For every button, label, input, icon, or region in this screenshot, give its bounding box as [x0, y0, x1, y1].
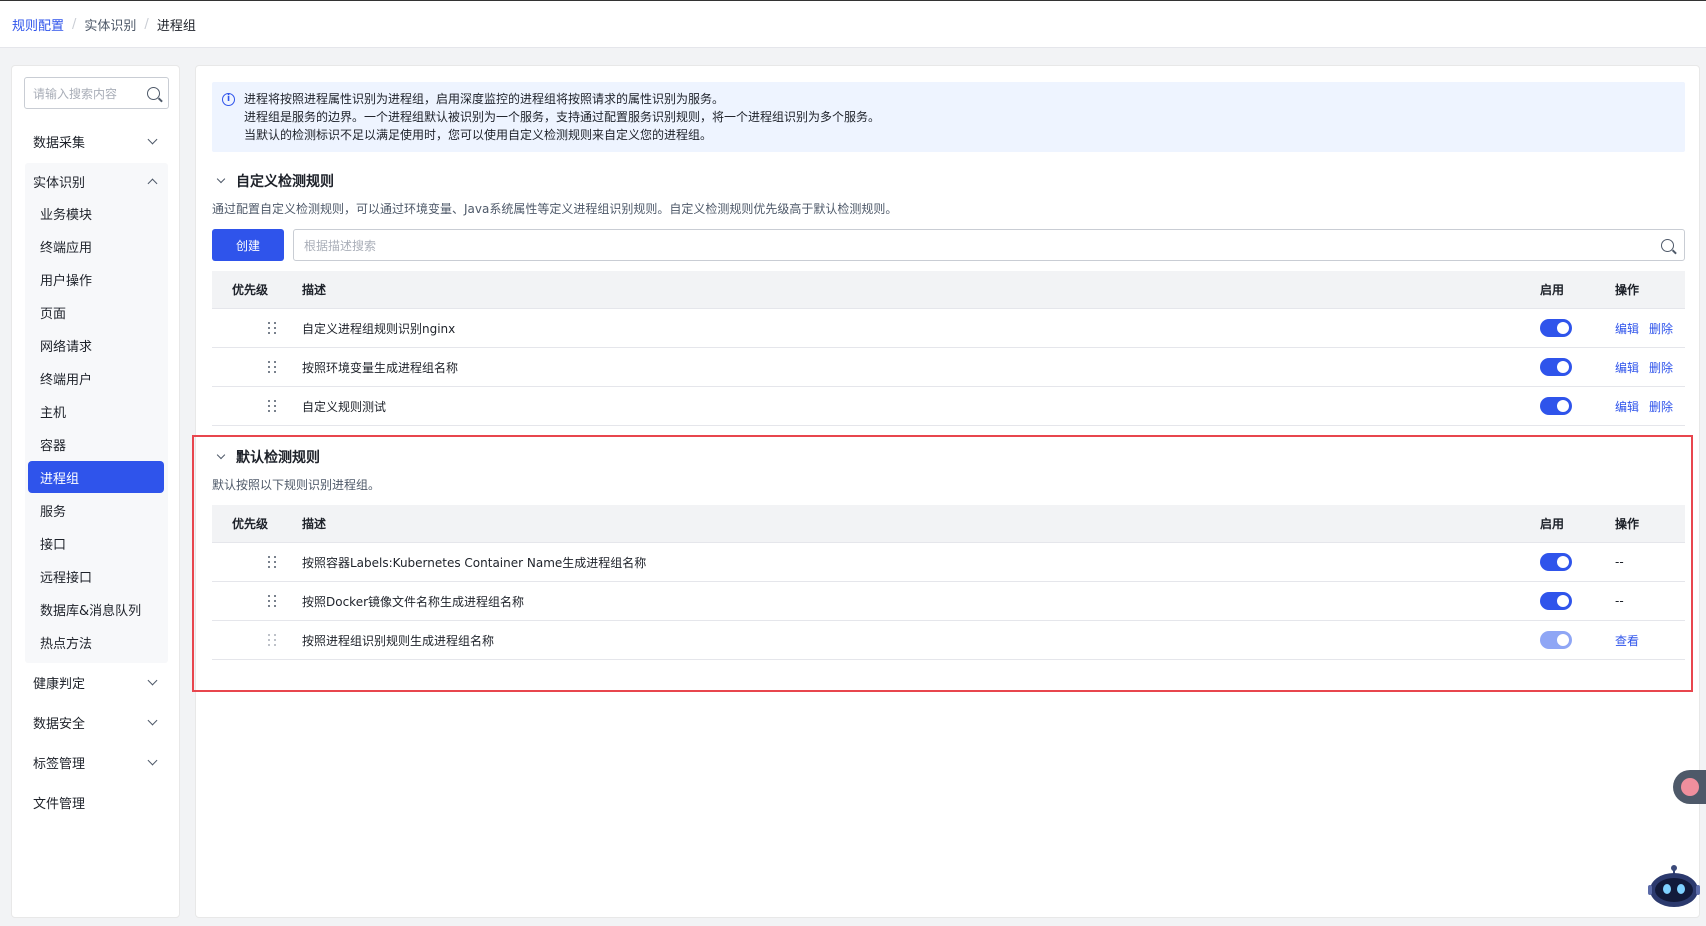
- enable-toggle[interactable]: [1540, 397, 1572, 415]
- sidebar-item-label: 终端用户: [40, 372, 93, 388]
- rule-description: 自定义规则测试: [302, 399, 387, 414]
- sidebar-item-label: 接口: [40, 537, 67, 553]
- search-icon[interactable]: [147, 86, 160, 100]
- sidebar-group-label: 数据安全: [33, 716, 86, 732]
- highlight-box: [192, 435, 1693, 692]
- sidebar-item-terminal-user[interactable]: 终端用户: [28, 362, 164, 394]
- enable-toggle[interactable]: [1540, 319, 1572, 337]
- sidebar-item-label: 服务: [40, 504, 67, 520]
- sidebar-item-terminal-app[interactable]: 终端应用: [28, 230, 164, 262]
- drag-handle[interactable]: [212, 399, 302, 413]
- table-row: 按照环境变量生成进程组名称 编辑 删除: [212, 348, 1685, 387]
- search-icon[interactable]: [1661, 238, 1674, 252]
- sidebar-group-label: 健康判定: [33, 676, 86, 692]
- sidebar-item-label: 网络请求: [40, 339, 93, 355]
- create-button[interactable]: 创建: [212, 229, 284, 261]
- sidebar-item-business-module[interactable]: 业务模块: [28, 197, 164, 229]
- sidebar-item-label: 远程接口: [40, 570, 93, 586]
- info-line: 进程将按照进程属性识别为进程组，启用深度监控的进程组将按照请求的属性识别为服务。: [244, 92, 725, 106]
- drag-handle[interactable]: [212, 321, 302, 335]
- custom-rules-header[interactable]: 自定义检测规则: [216, 171, 334, 191]
- sidebar-search-placeholder: 请输入搜索内容: [33, 86, 118, 101]
- sidebar: 请输入搜索内容 数据采集 实体识别 业务模块 终端应用 用户操作 页面 网络请求…: [11, 65, 180, 918]
- table-row: 自定义进程组规则识别nginx 编辑 删除: [212, 309, 1685, 348]
- enable-toggle[interactable]: [1540, 358, 1572, 376]
- sidebar-item-host[interactable]: 主机: [28, 395, 164, 427]
- sidebar-item-network-request[interactable]: 网络请求: [28, 329, 164, 361]
- sidebar-group-data-collect[interactable]: 数据采集: [25, 126, 170, 156]
- edit-link[interactable]: 编辑: [1615, 322, 1639, 336]
- sidebar-group-security[interactable]: 数据安全: [25, 707, 170, 737]
- sidebar-item-db-mq[interactable]: 数据库&消息队列: [28, 593, 164, 625]
- table-row: 自定义规则测试 编辑 删除: [212, 387, 1685, 426]
- info-icon: i: [222, 93, 235, 106]
- translate-icon: [1681, 778, 1699, 796]
- sidebar-item-container[interactable]: 容器: [28, 428, 164, 460]
- sidebar-group-tags[interactable]: 标签管理: [25, 747, 170, 777]
- sidebar-item-label: 用户操作: [40, 273, 93, 289]
- sidebar-item-label: 进程组: [40, 471, 80, 487]
- chevron-down-icon: [147, 134, 158, 144]
- sidebar-item-page[interactable]: 页面: [28, 296, 164, 328]
- info-banner: i 进程将按照进程属性识别为进程组，启用深度监控的进程组将按照请求的属性识别为服…: [212, 82, 1685, 152]
- sidebar-item-label: 终端应用: [40, 240, 93, 256]
- delete-link[interactable]: 删除: [1649, 361, 1673, 375]
- sidebar-group-label: 文件管理: [33, 796, 86, 812]
- chevron-down-icon: [147, 675, 158, 685]
- sidebar-item-label: 页面: [40, 306, 67, 322]
- drag-handle-icon[interactable]: [268, 360, 276, 374]
- sidebar-item-user-action[interactable]: 用户操作: [28, 263, 164, 295]
- translate-float-button[interactable]: [1673, 770, 1706, 804]
- custom-rules-title: 自定义检测规则: [236, 174, 334, 190]
- column-description: 描述: [302, 283, 327, 297]
- sidebar-item-interface[interactable]: 接口: [28, 527, 164, 559]
- column-priority: 优先级: [232, 283, 269, 297]
- description-search-placeholder: 根据描述搜索: [304, 238, 377, 253]
- breadcrumb-parent[interactable]: 实体识别: [84, 15, 136, 34]
- drag-handle-icon[interactable]: [268, 321, 276, 335]
- description-search-input[interactable]: 根据描述搜索: [293, 229, 1685, 261]
- sidebar-item-label: 主机: [40, 405, 67, 421]
- sidebar-search-input[interactable]: 请输入搜索内容: [24, 77, 169, 109]
- sidebar-group-label: 标签管理: [33, 756, 86, 772]
- sidebar-group-label: 数据采集: [33, 135, 86, 151]
- drag-handle[interactable]: [212, 360, 302, 374]
- column-enabled: 启用: [1540, 283, 1565, 297]
- sidebar-item-label: 业务模块: [40, 207, 93, 223]
- sidebar-group-files[interactable]: 文件管理: [25, 787, 170, 817]
- chevron-up-icon: [147, 178, 158, 188]
- chevron-down-icon: [147, 755, 158, 765]
- info-line: 进程组是服务的边界。一个进程组默认被识别为一个服务，支持通过配置服务识别规则，将…: [244, 110, 881, 124]
- sidebar-group-label: 实体识别: [33, 175, 86, 191]
- breadcrumb: 规则配置 / 实体识别 / 进程组: [0, 0, 1706, 48]
- breadcrumb-separator: /: [144, 16, 149, 32]
- column-operations: 操作: [1615, 283, 1640, 297]
- breadcrumb-separator: /: [72, 16, 77, 32]
- delete-link[interactable]: 删除: [1649, 400, 1673, 414]
- sidebar-item-remote-interface[interactable]: 远程接口: [28, 560, 164, 592]
- sidebar-group-health[interactable]: 健康判定: [25, 667, 170, 697]
- sidebar-item-label: 热点方法: [40, 636, 93, 652]
- assistant-robot-icon[interactable]: [1647, 862, 1701, 910]
- rule-description: 自定义进程组规则识别nginx: [302, 321, 456, 336]
- custom-rules-table: 优先级 描述 启用 操作 自定义进程组规则识别nginx 编辑 删除 按照环境变量…: [212, 271, 1685, 426]
- chevron-down-icon: [147, 715, 158, 725]
- info-line: 当默认的检测标识不足以满足使用时，您可以使用自定义检测规则来自定义您的进程组。: [244, 128, 713, 142]
- breadcrumb-root[interactable]: 规则配置: [12, 15, 64, 34]
- sidebar-item-process-group[interactable]: 进程组: [28, 461, 164, 493]
- sidebar-item-hot-method[interactable]: 热点方法: [28, 626, 164, 658]
- edit-link[interactable]: 编辑: [1615, 400, 1639, 414]
- breadcrumb-current: 进程组: [156, 18, 196, 34]
- edit-link[interactable]: 编辑: [1615, 361, 1639, 375]
- drag-handle-icon[interactable]: [268, 399, 276, 413]
- sidebar-item-label: 容器: [40, 438, 67, 454]
- custom-rules-desc: 通过配置自定义检测规则，可以通过环境变量、Java系统属性等定义进程组识别规则。…: [212, 202, 898, 216]
- rule-description: 按照环境变量生成进程组名称: [302, 360, 459, 375]
- chevron-down-icon: [216, 174, 226, 184]
- sidebar-item-label: 数据库&消息队列: [40, 603, 142, 619]
- delete-link[interactable]: 删除: [1649, 322, 1673, 336]
- sidebar-group-entity[interactable]: 实体识别: [25, 166, 170, 196]
- table-header: 优先级 描述 启用 操作: [212, 271, 1685, 309]
- sidebar-item-service[interactable]: 服务: [28, 494, 164, 526]
